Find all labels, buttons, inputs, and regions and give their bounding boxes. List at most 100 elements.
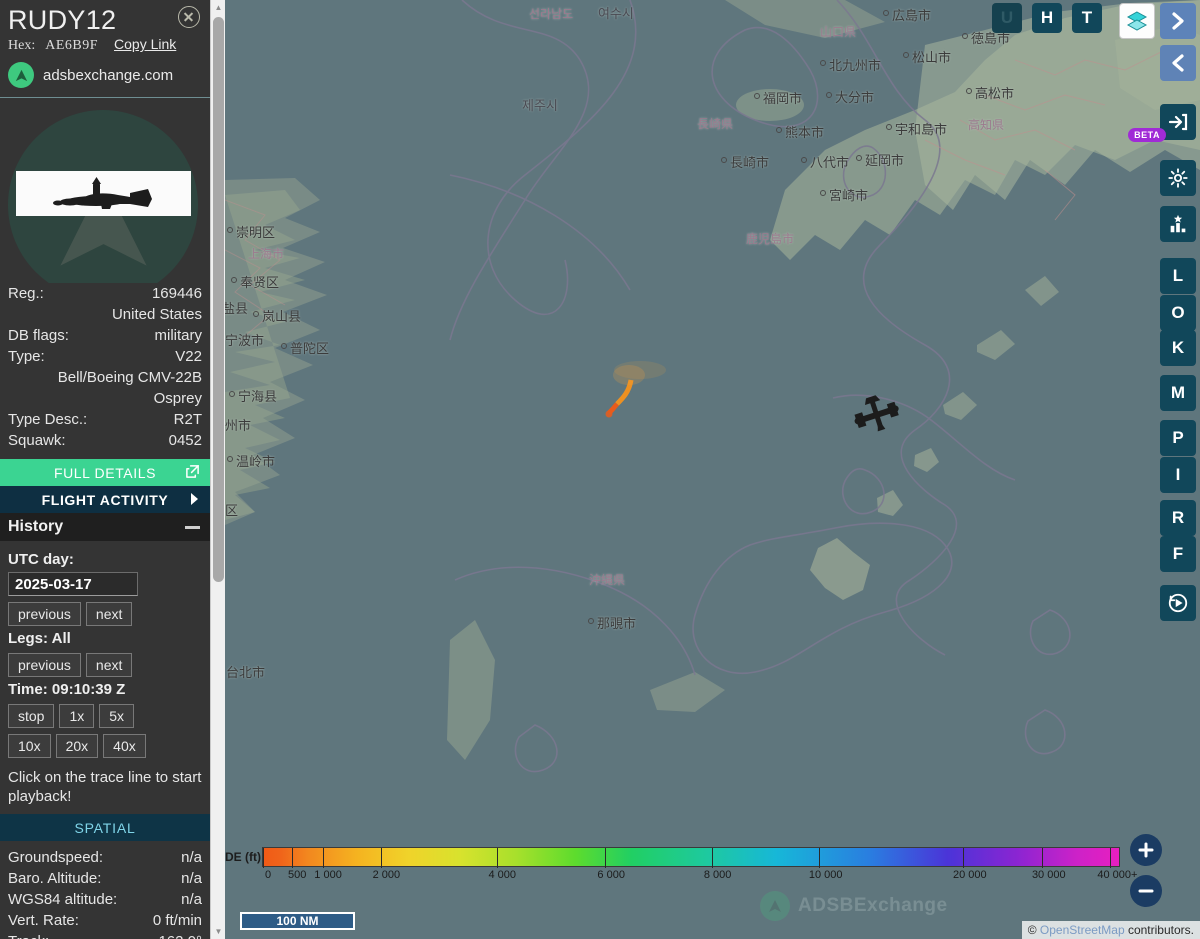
map-label: 沖縄県: [589, 573, 626, 587]
altitude-tick-label: 10 000: [808, 869, 843, 881]
map-key-i-label: I: [1175, 465, 1181, 484]
history-panel: UTC day: previous next Legs: All previou…: [0, 541, 210, 762]
map-key-p[interactable]: P: [1160, 420, 1196, 456]
map-key-f[interactable]: F: [1160, 536, 1196, 572]
map-geometry: [225, 0, 1200, 773]
map-city-dot: [281, 343, 287, 349]
spatial-value: n/a: [181, 870, 202, 888]
scroll-down-arrow-icon[interactable]: ▼: [211, 924, 226, 939]
settings-button[interactable]: [1160, 160, 1196, 196]
day-previous-button[interactable]: previous: [8, 602, 81, 627]
scroll-up-arrow-icon[interactable]: ▲: [211, 0, 226, 15]
sidebar-scrollbar[interactable]: ▲ ▼: [210, 0, 225, 939]
full-details-button[interactable]: FULL DETAILS: [0, 459, 210, 487]
map-label: 鹿児島市: [746, 232, 795, 246]
osprey-photo-silhouette: [53, 177, 152, 210]
map-city-dot: [229, 391, 235, 397]
spatial-list: Groundspeed: n/a Baro. Altitude: n/a WGS…: [0, 841, 210, 939]
altitude-tick-label: 8 000: [703, 869, 732, 881]
aircraft-photo[interactable]: [16, 171, 191, 217]
map-city-dot: [721, 157, 727, 163]
map-key-k[interactable]: K: [1160, 330, 1196, 366]
map-key-l[interactable]: L: [1160, 258, 1196, 294]
map-scale-bar: 100 NM: [240, 912, 355, 930]
playback-20x-button[interactable]: 20x: [55, 734, 99, 759]
collapse-minus-icon[interactable]: [185, 526, 200, 530]
map-label: 普陀区: [290, 342, 330, 357]
map-label: 長崎市: [730, 156, 770, 171]
map-key-o[interactable]: O: [1160, 295, 1196, 331]
layers-icon: [1126, 11, 1148, 31]
map-toggle-t[interactable]: T: [1072, 3, 1102, 33]
altitude-tick: [1041, 848, 1043, 868]
map-label: 여수시: [598, 7, 634, 22]
attribution-prefix: ©: [1027, 923, 1040, 937]
map-canvas[interactable]: 선라남도 여수시 제주시 広島市 山口県 松山市 徳島市 北九州市 高松市 福岡市 大分市 長崎県 熊本…: [225, 0, 1200, 939]
day-next-button[interactable]: next: [85, 602, 133, 627]
detail-row-model: Bell/Boeing CMV-22B Osprey: [8, 367, 202, 409]
playback-40x-button[interactable]: 40x: [103, 734, 146, 759]
map-key-f-label: F: [1172, 544, 1184, 563]
map-city-dot: [962, 33, 968, 39]
map-city-dot: [253, 311, 259, 317]
map-toggle-h[interactable]: H: [1032, 3, 1062, 33]
utc-day-input[interactable]: [8, 572, 138, 597]
map-label: 宁海县: [238, 390, 278, 405]
scrollbar-thumb[interactable]: [213, 17, 224, 582]
playback-10x-button[interactable]: 10x: [8, 734, 51, 759]
flight-trace: [605, 210, 666, 418]
altitude-tick-label: 30 000: [1031, 869, 1066, 881]
replay-button[interactable]: [1160, 585, 1196, 621]
playback-stop-button[interactable]: stop: [8, 704, 55, 729]
map-label: 崇明区: [236, 226, 276, 241]
detail-label: Type:: [8, 348, 45, 366]
openstreetmap-link[interactable]: OpenStreetMap: [1040, 923, 1125, 937]
legs-previous-button[interactable]: previous: [8, 653, 81, 678]
playback-speed-row-2: 10x 20x 40x: [8, 734, 202, 759]
copy-link-button[interactable]: Copy Link: [114, 36, 176, 52]
aircraft-marker-icon[interactable]: [852, 393, 900, 438]
history-section-header[interactable]: History: [0, 513, 210, 542]
map-key-i[interactable]: I: [1160, 457, 1196, 493]
altitude-color-scale: DE (ft) 0 500 1 000 2 000 4 000 6 000 8 000 10 …: [225, 847, 1137, 887]
map-label: 松山市: [912, 51, 952, 66]
map-toggle-t-label: T: [1081, 8, 1093, 27]
external-link-icon: [185, 464, 200, 482]
map-city-dot: [856, 155, 862, 161]
chevron-right-icon: [1172, 12, 1184, 30]
stats-button[interactable]: [1160, 206, 1196, 242]
aircraft-detail-list: Reg.: 169446 United States DB flags: mil…: [0, 283, 210, 451]
detail-label: Squawk:: [8, 432, 66, 450]
detail-row-country: United States: [8, 304, 202, 325]
altitude-tick: [605, 848, 607, 868]
legs-next-button[interactable]: next: [85, 653, 133, 678]
flight-activity-button[interactable]: FLIGHT ACTIVITY: [0, 486, 210, 514]
detail-row-squawk: Squawk: 0452: [8, 430, 202, 451]
altitude-tick: [322, 848, 324, 868]
map-label: 長崎県: [697, 117, 734, 131]
map-key-k-label: K: [1171, 338, 1185, 357]
sidebar-header: RUDY12 Hex: AE6B9F Copy Link: [0, 0, 210, 58]
map-key-m[interactable]: M: [1160, 375, 1196, 411]
map-key-r[interactable]: R: [1160, 500, 1196, 536]
layers-icon-button[interactable]: [1119, 3, 1155, 39]
spatial-value: n/a: [181, 891, 202, 909]
playback-5x-button[interactable]: 5x: [99, 704, 135, 729]
detail-label: Reg.:: [8, 285, 44, 303]
panel-expand-right-button[interactable]: [1160, 3, 1196, 39]
spatial-row-wgs84-altitude: WGS84 altitude: n/a: [8, 889, 202, 910]
detail-label: DB flags:: [8, 327, 69, 345]
map-toggle-u[interactable]: U: [992, 3, 1022, 33]
zoom-in-button[interactable]: [1130, 834, 1162, 866]
panel-collapse-left-button[interactable]: [1160, 45, 1196, 81]
altitude-tick-label: 1 000: [314, 869, 342, 881]
spatial-value: n/a: [181, 849, 202, 867]
spatial-row-baro-altitude: Baro. Altitude: n/a: [8, 868, 202, 889]
playback-1x-button[interactable]: 1x: [59, 704, 95, 729]
altitude-tick: [381, 848, 383, 868]
altitude-gradient-bar: [262, 847, 1120, 868]
altitude-tick-label: 20 000: [953, 869, 987, 881]
map-label: 高知県: [968, 118, 1005, 132]
map-key-o-label: O: [1171, 303, 1185, 322]
close-icon[interactable]: [178, 6, 200, 28]
